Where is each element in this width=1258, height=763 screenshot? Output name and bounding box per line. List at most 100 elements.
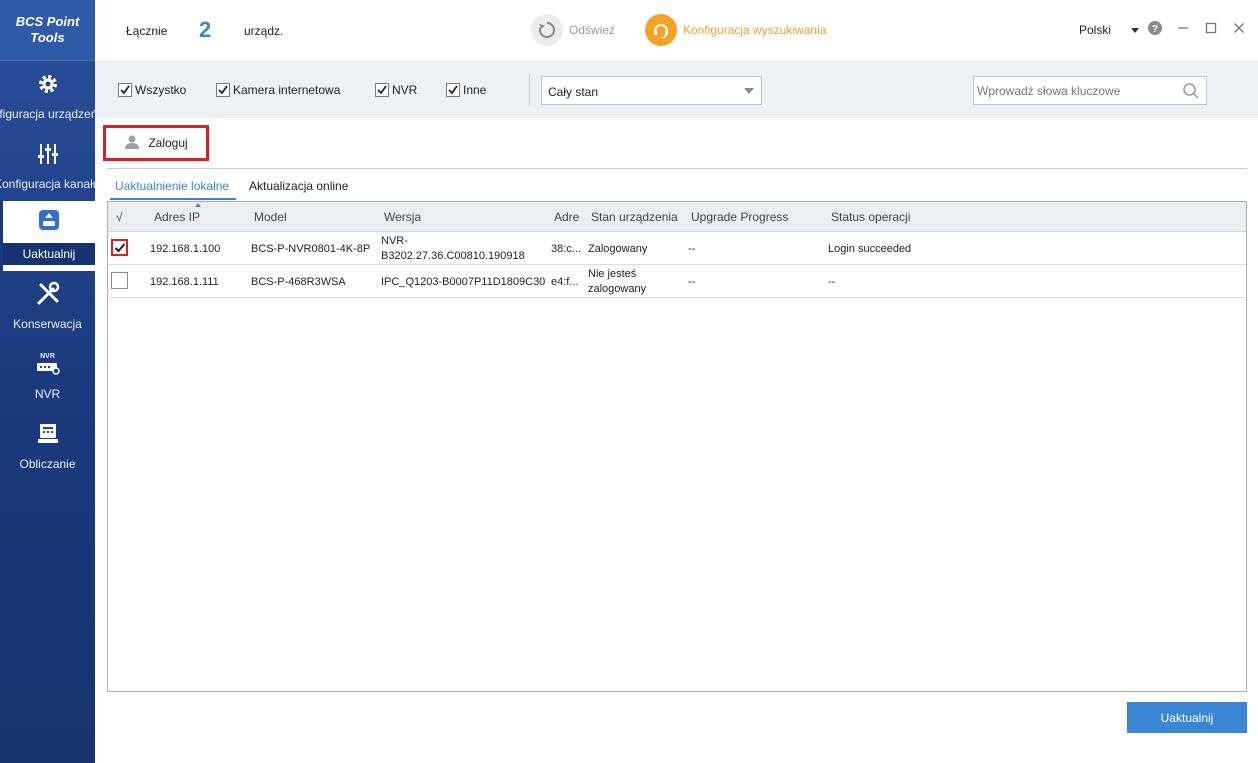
calculator-icon — [35, 421, 61, 447]
row-checkbox[interactable] — [111, 239, 128, 256]
divider — [107, 168, 1247, 169]
col-header-mac[interactable]: Adres MAC — [554, 210, 580, 224]
filter-other-label: Inne — [463, 83, 487, 97]
device-table: √ Adres IP Model Wersja Adres MAC Stan u… — [107, 201, 1247, 692]
row-checkbox[interactable] — [111, 272, 128, 289]
cell-version: IPC_Q1203-B0007P11D1809C30 — [381, 276, 546, 288]
checkbox-checked-icon — [446, 83, 460, 97]
refresh-button[interactable]: Odśwież — [531, 14, 615, 46]
sidebar-item-label: NVR — [34, 387, 61, 401]
upgrade-button[interactable]: Uaktualnij — [1127, 702, 1247, 733]
help-icon[interactable]: ? — [1147, 20, 1163, 36]
col-header-op-status[interactable]: Status operacji — [831, 210, 910, 224]
gear-icon — [35, 71, 61, 97]
filter-ipc-label: Kamera internetowa — [233, 83, 341, 97]
headset-icon — [645, 14, 677, 46]
sidebar-item-maintenance[interactable]: Konserwacja — [0, 271, 95, 341]
cell-mac: 38:c... — [551, 243, 581, 255]
sidebar-item-nvr[interactable]: NVR NVR — [0, 341, 95, 411]
filter-nvr-label: NVR — [392, 83, 418, 97]
cell-progress: -- — [688, 276, 696, 288]
total-unit: urządz. — [244, 24, 284, 38]
checkmark-icon — [114, 242, 125, 252]
status-select-value: Cały stan — [548, 85, 599, 99]
sidebar-item-calculation[interactable]: Obliczanie — [0, 411, 95, 481]
col-header-model[interactable]: Model — [254, 210, 287, 224]
table-header: √ Adres IP Model Wersja Adres MAC Stan u… — [108, 202, 1246, 232]
language-select[interactable]: Polski — [1079, 23, 1140, 37]
sidebar: BCS Point Tools Konfiguracja urządzeń Ko… — [0, 0, 95, 763]
col-header-check[interactable]: √ — [116, 210, 123, 224]
sidebar-item-label: Uaktualnij — [3, 243, 95, 265]
sidebar-item-device-config[interactable]: Konfiguracja urządzeń — [0, 61, 95, 131]
cell-state: Zalogowany — [588, 243, 648, 255]
search-config-button[interactable]: Konfiguracja wyszukiwania — [645, 14, 826, 46]
filter-divider — [529, 74, 530, 106]
refresh-label: Odśwież — [569, 23, 616, 37]
app-logo: BCS Point Tools — [0, 0, 95, 61]
upgrade-icon — [36, 207, 62, 233]
filter-bar: Wszystko Kamera internetowa NVR Inne Cał… — [95, 61, 1258, 118]
search-input[interactable] — [974, 77, 1174, 104]
logo-line2: Tools — [30, 30, 65, 45]
status-select[interactable]: Cały stan — [541, 76, 762, 105]
filter-other-checkbox[interactable]: Inne — [446, 83, 486, 97]
col-header-progress[interactable]: Upgrade Progress — [691, 210, 788, 224]
cell-state-line1: Nie jesteś — [588, 268, 637, 280]
checkbox-checked-icon — [216, 83, 230, 97]
chevron-down-icon — [1131, 27, 1140, 33]
cell-op-status: Login succeeded — [828, 243, 912, 255]
cell-op-status: -- — [828, 276, 836, 288]
cell-progress: -- — [688, 243, 696, 255]
login-button-label: Zaloguj — [148, 136, 188, 150]
sliders-icon — [35, 141, 61, 167]
svg-text:?: ? — [1152, 24, 1158, 35]
login-button[interactable]: Zaloguj — [103, 125, 209, 161]
sidebar-item-label: Obliczanie — [19, 457, 76, 471]
nvr-badge: NVR — [40, 353, 55, 360]
filter-nvr-checkbox[interactable]: NVR — [375, 83, 417, 97]
logo-line1: BCS Point — [15, 14, 80, 29]
cell-state-line2: zalogowany — [588, 283, 647, 295]
window-controls: ? — [1147, 20, 1247, 36]
tools-icon — [35, 281, 61, 307]
cell-version-line2: B3202.27.36.C00810.190918 — [381, 250, 525, 262]
search-icon[interactable] — [1182, 82, 1200, 100]
col-header-ip[interactable]: Adres IP — [154, 210, 200, 224]
sidebar-item-label: Konserwacja — [13, 317, 82, 331]
total-count: 2 — [199, 17, 212, 42]
cell-version-line1: NVR- — [381, 235, 408, 247]
user-icon — [124, 134, 140, 153]
checkbox-checked-icon — [375, 83, 389, 97]
sidebar-item-channel-config[interactable]: Konfiguracja kanału — [0, 131, 95, 201]
refresh-icon — [531, 14, 563, 46]
cell-ip: 192.168.1.111 — [150, 276, 219, 288]
maximize-icon[interactable] — [1203, 20, 1219, 36]
sidebar-item-label: Konfiguracja urządzeń — [0, 107, 95, 121]
col-header-state[interactable]: Stan urządzenia — [591, 210, 681, 224]
chevron-down-icon — [744, 88, 754, 94]
tab-local-upgrade[interactable]: Uaktualnienie lokalne — [115, 179, 229, 193]
col-header-version[interactable]: Wersja — [384, 210, 421, 224]
total-label: Łącznie — [126, 24, 168, 38]
top-bar: Łącznie 2 urządz. Odśwież Konfiguracja w… — [95, 0, 1258, 61]
table-row[interactable]: 192.168.1.111 BCS-P-468R3WSA IPC_Q1203-B… — [108, 265, 1246, 298]
checkbox-checked-icon — [118, 83, 132, 97]
minimize-icon[interactable] — [1175, 20, 1191, 36]
cell-model: BCS-P-468R3WSA — [251, 276, 346, 288]
tab-online-update[interactable]: Aktualizacja online — [249, 179, 348, 193]
filter-all-label: Wszystko — [135, 83, 187, 97]
filter-all-checkbox[interactable]: Wszystko — [118, 83, 186, 97]
search-box — [973, 76, 1207, 105]
sidebar-item-upgrade[interactable]: Uaktualnij — [0, 201, 95, 271]
sort-asc-icon — [195, 203, 201, 207]
table-row[interactable]: 192.168.1.100 BCS-P-NVR0801-4K-8P NVR- B… — [108, 232, 1246, 265]
sidebar-item-label: Konfiguracja kanału — [0, 177, 95, 191]
cell-ip: 192.168.1.100 — [150, 243, 221, 255]
language-label: Polski — [1079, 23, 1112, 37]
search-config-label: Konfiguracja wyszukiwania — [683, 23, 827, 37]
active-tab-indicator — [110, 198, 236, 200]
filter-ipc-checkbox[interactable]: Kamera internetowa — [216, 83, 340, 97]
cell-mac: e4:f... — [551, 276, 579, 288]
close-icon[interactable] — [1231, 20, 1247, 36]
